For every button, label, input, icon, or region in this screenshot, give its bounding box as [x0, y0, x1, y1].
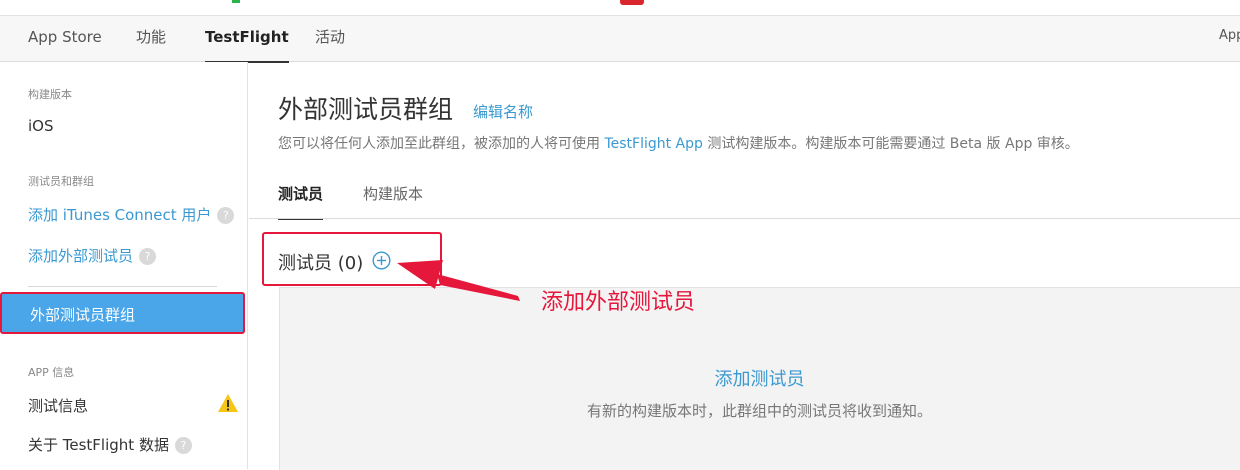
page-description: 您可以将任何人添加至此群组，被添加的人将可使用 TestFlight App 测…: [278, 133, 1079, 153]
sidebar-item-test-info[interactable]: 测试信息: [28, 395, 88, 416]
top-navigation: App Store 功能 TestFlight 活动 App: [0, 16, 1240, 63]
sidebar-heading-app-info: APP 信息: [28, 366, 75, 379]
page-title: 外部测试员群组: [278, 95, 454, 124]
sidebar-divider: [28, 286, 217, 287]
tabs-divider: [249, 218, 1240, 219]
sidebar-item-label[interactable]: 添加外部测试员: [28, 247, 133, 265]
sidebar-item-label[interactable]: 添加 iTunes Connect 用户: [28, 206, 211, 224]
sidebar-item-add-external[interactable]: 添加外部测试员?: [28, 245, 157, 266]
testers-count-label: 测试员 (0): [278, 253, 364, 274]
help-icon[interactable]: ?: [174, 437, 192, 454]
nav-activity[interactable]: 活动: [315, 16, 345, 61]
help-icon[interactable]: ?: [217, 207, 235, 224]
sidebar-item-about-data[interactable]: 关于 TestFlight 数据?: [28, 434, 192, 455]
testflight-app-link[interactable]: TestFlight App: [604, 136, 702, 152]
description-text: 您可以将任何人添加至此群组，被添加的人将可使用: [278, 136, 600, 152]
edit-name-link[interactable]: 编辑名称: [473, 101, 533, 122]
sidebar-item-label[interactable]: 关于 TestFlight 数据: [28, 436, 169, 454]
add-testers-link[interactable]: 添加测试员: [279, 365, 1240, 391]
tab-testers[interactable]: 测试员: [278, 183, 324, 220]
nav-right-app[interactable]: App: [1219, 16, 1240, 56]
top-strip: [0, 0, 1240, 16]
description-text: 测试构建版本。构建版本可能需要通过 Beta 版 App 审核。: [707, 136, 1079, 152]
nav-features[interactable]: 功能: [136, 16, 166, 61]
empty-state-description: 有新的构建版本时，此群组中的测试员将收到通知。: [586, 402, 932, 420]
plus-circle-icon[interactable]: [372, 251, 391, 270]
sidebar-item-add-itunes-user[interactable]: 添加 iTunes Connect 用户?: [28, 204, 235, 225]
tab-builds[interactable]: 构建版本: [363, 183, 423, 218]
green-logo-fragment: [232, 0, 240, 3]
nav-testflight[interactable]: TestFlight: [205, 16, 289, 63]
sidebar-item-external-group[interactable]: 外部测试员群组: [0, 292, 245, 334]
red-logo-fragment: [620, 0, 644, 5]
annotation-arrow-icon: [397, 260, 520, 301]
sidebar-heading-builds: 构建版本: [28, 88, 72, 101]
sidebar: 构建版本 iOS 测试员和群组 添加 iTunes Connect 用户? 添加…: [0, 62, 248, 469]
sidebar-item-ios[interactable]: iOS: [28, 117, 54, 135]
sidebar-heading-testers: 测试员和群组: [28, 175, 94, 188]
annotation-label: 添加外部测试员: [541, 290, 696, 315]
nav-app-store[interactable]: App Store: [28, 16, 102, 61]
help-icon[interactable]: ?: [139, 248, 157, 265]
warning-icon: [218, 394, 238, 412]
